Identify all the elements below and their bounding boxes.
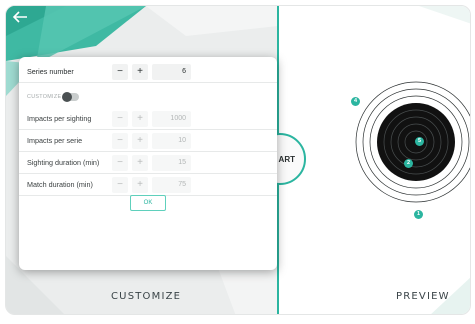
sighting-duration-row: Sighting duration (min) − + 15 bbox=[19, 152, 277, 174]
match-duration-value[interactable]: 75 bbox=[152, 177, 191, 193]
customize-toggle[interactable] bbox=[62, 92, 79, 102]
app-frame: CUSTOMIZE 4 5 2 1 PREVIEW ART Series num… bbox=[5, 5, 471, 315]
sighting-duration-label: Sighting duration (min) bbox=[27, 158, 100, 167]
match-duration-label: Match duration (min) bbox=[27, 180, 93, 189]
impact-marker[interactable]: 2 bbox=[404, 159, 413, 168]
impacts-per-sighting-label: Impacts per sighting bbox=[27, 114, 92, 123]
series-number-value[interactable]: 6 bbox=[152, 64, 191, 80]
decrement-button[interactable]: − bbox=[112, 64, 128, 80]
impact-marker[interactable]: 4 bbox=[351, 97, 360, 106]
decrement-button[interactable]: − bbox=[112, 111, 128, 127]
increment-button[interactable]: + bbox=[132, 133, 148, 149]
decrement-button[interactable]: − bbox=[112, 177, 128, 193]
increment-button[interactable]: + bbox=[132, 64, 148, 80]
customize-toggle-label: CUSTOMIZE bbox=[27, 94, 62, 100]
impacts-per-serie-value[interactable]: 10 bbox=[152, 133, 191, 149]
series-settings-dialog: Series number − + 6 CUSTOMIZE Impacts pe… bbox=[19, 57, 277, 270]
decrement-button[interactable]: − bbox=[112, 155, 128, 171]
start-button-label: ART bbox=[278, 154, 295, 164]
impact-marker[interactable]: 5 bbox=[415, 137, 424, 146]
impact-marker[interactable]: 1 bbox=[414, 210, 423, 219]
increment-button[interactable]: + bbox=[132, 155, 148, 171]
match-duration-row: Match duration (min) − + 75 bbox=[19, 174, 277, 196]
sighting-duration-value[interactable]: 15 bbox=[152, 155, 191, 171]
increment-button[interactable]: + bbox=[132, 177, 148, 193]
increment-button[interactable]: + bbox=[132, 111, 148, 127]
series-number-row: Series number − + 6 bbox=[19, 61, 277, 83]
customize-tab-label[interactable]: CUSTOMIZE bbox=[111, 291, 181, 302]
impacts-per-serie-label: Impacts per serie bbox=[27, 136, 83, 145]
toggle-knob bbox=[62, 92, 72, 102]
preview-pane: 4 5 2 1 PREVIEW bbox=[279, 6, 470, 314]
impacts-per-sighting-value[interactable]: 1000 bbox=[152, 111, 191, 127]
ok-button[interactable]: OK bbox=[130, 195, 166, 211]
series-number-label: Series number bbox=[27, 67, 74, 76]
target-preview bbox=[355, 81, 470, 203]
preview-tab-label[interactable]: PREVIEW bbox=[396, 291, 450, 302]
decrement-button[interactable]: − bbox=[112, 133, 128, 149]
arrow-left-icon[interactable] bbox=[12, 10, 28, 24]
impacts-per-serie-row: Impacts per serie − + 10 bbox=[19, 130, 277, 152]
impacts-per-sighting-row: Impacts per sighting − + 1000 bbox=[19, 108, 277, 130]
